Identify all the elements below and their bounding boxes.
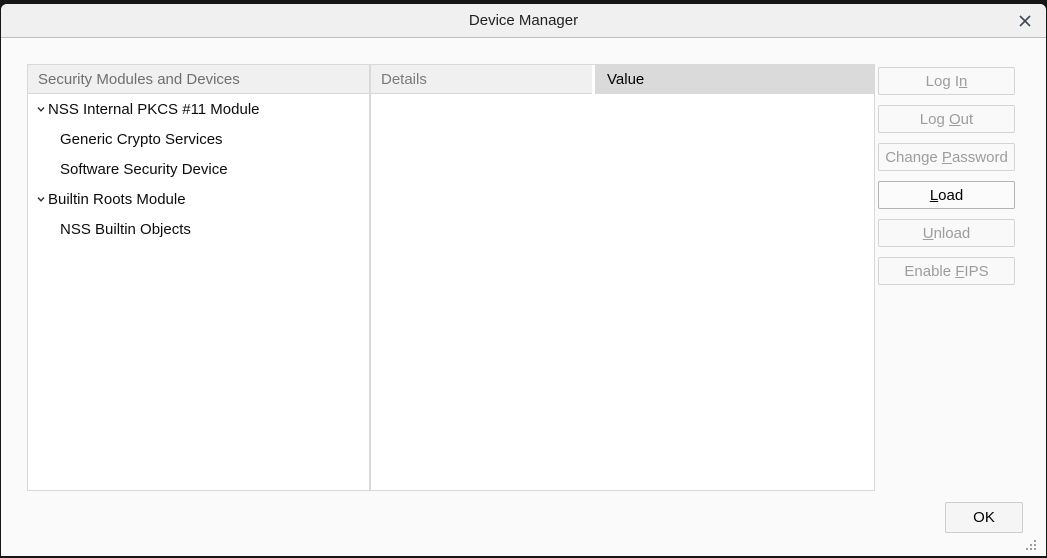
tree-column-header[interactable]: Security Modules and Devices: [28, 65, 369, 94]
security-modules-panel: Security Modules and Devices NSS Interna…: [27, 64, 370, 491]
tree-item-label: NSS Internal PKCS #11 Module: [48, 101, 260, 118]
enable-fips-button[interactable]: Enable FIPS: [878, 257, 1015, 285]
chevron-down-icon[interactable]: [35, 193, 47, 205]
chevron-down-icon[interactable]: [35, 103, 47, 115]
tree-item-label: NSS Builtin Objects: [60, 221, 191, 238]
log-in-button[interactable]: Log In: [878, 67, 1015, 95]
tree-item-label: Generic Crypto Services: [60, 131, 223, 148]
resize-grip-icon[interactable]: [1025, 538, 1037, 550]
tree-item[interactable]: Generic Crypto Services: [28, 124, 369, 154]
tree-item[interactable]: Builtin Roots Module: [28, 184, 369, 214]
load-button[interactable]: Load: [878, 181, 1015, 209]
column-header-value[interactable]: Value: [595, 65, 874, 94]
dialog-title: Device Manager: [1, 4, 1046, 37]
tree-item-label: Software Security Device: [60, 161, 228, 178]
tree-item-label: Builtin Roots Module: [48, 191, 186, 208]
ok-button[interactable]: OK: [945, 502, 1023, 533]
tree-item[interactable]: NSS Builtin Objects: [28, 214, 369, 244]
device-manager-dialog: Device Manager Security Modules and Devi…: [1, 4, 1046, 556]
tree-item[interactable]: Software Security Device: [28, 154, 369, 184]
column-header-details[interactable]: Details: [371, 65, 592, 94]
log-out-button[interactable]: Log Out: [878, 105, 1015, 133]
close-icon[interactable]: [1014, 4, 1036, 37]
titlebar[interactable]: Device Manager: [1, 4, 1046, 38]
tree-body: NSS Internal PKCS #11 Module Generic Cryp…: [28, 94, 369, 244]
unload-button[interactable]: Unload: [878, 219, 1015, 247]
details-header-row: Details Value: [371, 65, 874, 94]
tree-item[interactable]: NSS Internal PKCS #11 Module: [28, 94, 369, 124]
details-panel: Details Value: [370, 64, 875, 491]
change-password-button[interactable]: Change Password: [878, 143, 1015, 171]
